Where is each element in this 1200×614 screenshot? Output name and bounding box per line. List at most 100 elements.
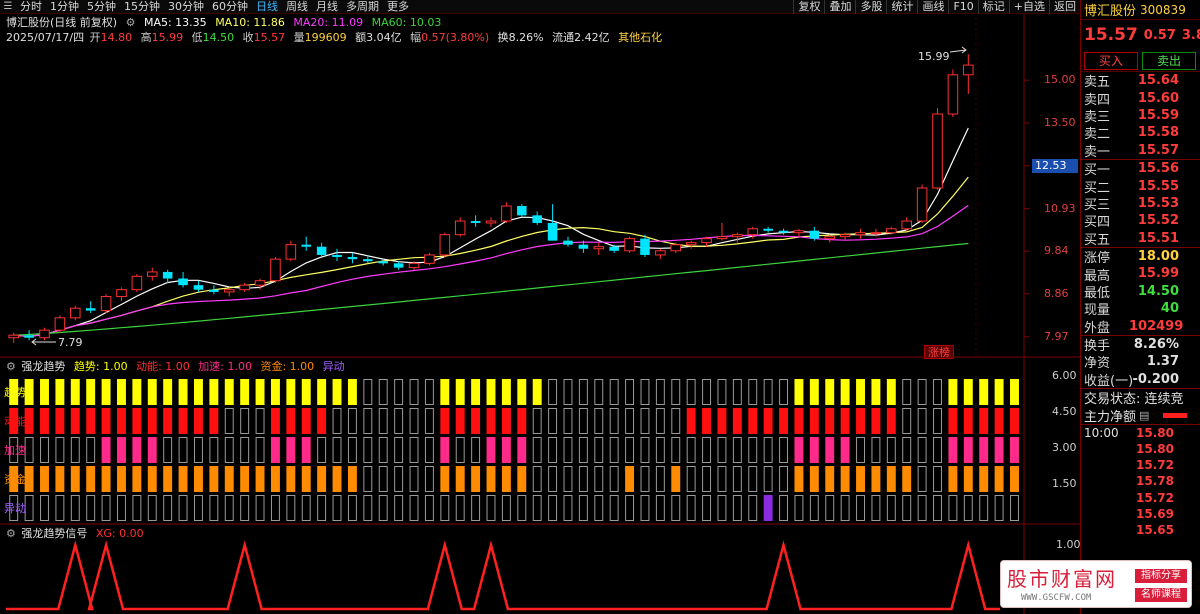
tab-0[interactable]: 分时	[16, 0, 46, 14]
vol-label: 量	[293, 31, 305, 44]
toolbar-btn-8[interactable]: 返回	[1049, 0, 1080, 14]
signal-line	[6, 540, 1000, 611]
accel-block-8	[132, 437, 142, 463]
tab-1[interactable]: 1分钟	[46, 0, 83, 14]
tab-10[interactable]: 更多	[383, 0, 413, 14]
toolbar-btn-1[interactable]: 叠加	[824, 0, 855, 14]
trend-block-62	[963, 379, 973, 405]
ind2-settings-icon[interactable]: ⚙	[6, 527, 16, 540]
accel-block-63	[979, 437, 989, 463]
ind1-axis-label-2: 3.00	[1052, 441, 1077, 454]
toolbar-btn-7[interactable]: +自选	[1008, 0, 1049, 14]
momentum-block-44	[686, 408, 696, 434]
ind1-settings-icon[interactable]: ⚙	[6, 360, 16, 373]
tick-price-6: 15.65	[1136, 523, 1174, 538]
abnormal-block-58	[902, 495, 912, 521]
price-axis-label-3: 10.93	[1044, 201, 1076, 215]
accel-block-20	[317, 437, 327, 463]
stat-0-label: 涨停	[1084, 251, 1111, 267]
fund-block-48	[748, 466, 758, 492]
panel-toggle-icon[interactable]: ☰	[0, 0, 16, 14]
fund-block-43	[671, 466, 681, 492]
trend-block-12	[193, 379, 203, 405]
ind2-header: ⚙ 强龙趋势信号 XG: 0.00	[6, 527, 149, 541]
stat2-0: 换手 8.26%	[1081, 336, 1200, 354]
candle-body-11	[178, 278, 188, 286]
ask-2-value: 15.59	[1137, 107, 1179, 123]
stock-name[interactable]: 博汇股份	[1081, 0, 1136, 19]
tab-8[interactable]: 月线	[312, 0, 342, 14]
accel-block-11	[178, 437, 188, 463]
accel-block-10	[163, 437, 173, 463]
period-tabs: 分时 1分钟 5分钟 15分钟 30分钟 60分钟 日线 周线 月线 多周期 更多	[16, 0, 413, 14]
tab-2[interactable]: 5分钟	[83, 0, 120, 14]
accel-block-3	[55, 437, 65, 463]
fund-block-25	[394, 466, 404, 492]
toolbar-btn-3[interactable]: 统计	[886, 0, 917, 14]
tab-3[interactable]: 15分钟	[120, 0, 164, 14]
toolbar-btn-0[interactable]: 复权	[793, 0, 824, 14]
bid-1-label: 买二	[1084, 180, 1111, 196]
grid	[0, 14, 1080, 614]
ind1-row-label-2: 加速	[4, 444, 26, 457]
candle-body-50	[778, 230, 789, 233]
toolbar-btn-2[interactable]: 多股	[855, 0, 886, 14]
abnormal-block-61	[948, 495, 958, 521]
low-value: 14.50	[202, 31, 235, 44]
candle-body-8	[131, 275, 143, 291]
high-annotation: 15.99	[918, 50, 950, 63]
chart-canvas[interactable]	[0, 0, 1080, 614]
fund-block-19	[301, 466, 311, 492]
abnormal-block-9	[147, 495, 157, 521]
momentum-block-40	[625, 408, 635, 434]
tick-price-1: 15.80	[1136, 442, 1174, 457]
bid-2-label: 买三	[1084, 197, 1111, 213]
toolbar-btn-4[interactable]: 画线	[917, 0, 948, 14]
fund-block-14	[224, 466, 234, 492]
toolbar-btn-6[interactable]: 标记	[977, 0, 1009, 14]
abnormal-block-11	[178, 495, 188, 521]
stat-1: 最高 15.99	[1081, 265, 1200, 283]
tab-6[interactable]: 日线	[252, 0, 282, 14]
tab-4[interactable]: 30分钟	[164, 0, 208, 14]
tab-5[interactable]: 60分钟	[208, 0, 252, 14]
ind1-row-label-3: 资金	[4, 473, 26, 486]
abnormal-block-41	[640, 495, 650, 521]
settings-icon[interactable]: ⚙	[126, 16, 136, 29]
accel-block-40	[625, 437, 635, 463]
fund-block-11	[178, 466, 188, 492]
candle-body-51	[793, 230, 805, 234]
tab-7[interactable]: 周线	[282, 0, 312, 14]
bid-1-value: 15.55	[1137, 178, 1179, 194]
toolbar-btn-5[interactable]: F10	[948, 0, 977, 14]
trend-block-55	[856, 379, 865, 405]
price-change-pct: 3.80%	[1181, 27, 1200, 43]
trend-block-21	[332, 379, 342, 405]
candle-body-37	[578, 244, 589, 249]
accel-block-60	[933, 437, 942, 463]
bid-3: 买四 15.52	[1081, 212, 1200, 230]
trend-block-27	[424, 379, 434, 405]
momentum-block-5	[86, 408, 96, 434]
vol-value: 199609	[304, 31, 347, 44]
momentum-block-27	[424, 408, 434, 434]
momentum-block-53	[825, 408, 835, 434]
trend-block-54	[840, 379, 850, 405]
candle-body-39	[609, 246, 619, 251]
tab-9[interactable]: 多周期	[342, 0, 383, 14]
abnormal-block-65	[1010, 495, 1019, 521]
main-net-row: 主力净额 ▤	[1081, 406, 1200, 425]
candle-body-56	[870, 232, 882, 235]
trend-block-44	[686, 379, 696, 405]
abnormal-block-38	[594, 495, 604, 521]
sell-button[interactable]: 卖出	[1142, 51, 1196, 70]
candle-body-3	[54, 317, 66, 331]
list-icon[interactable]: ▤	[1139, 409, 1149, 422]
buy-button[interactable]: 买入	[1084, 51, 1138, 70]
momentum-block-24	[378, 408, 388, 434]
accel-block-48	[748, 437, 758, 463]
accel-block-28	[440, 437, 450, 463]
accel-block-59	[917, 437, 927, 463]
candle-body-32	[501, 205, 512, 222]
ind1-accel: 加速: 1.00	[198, 360, 252, 373]
